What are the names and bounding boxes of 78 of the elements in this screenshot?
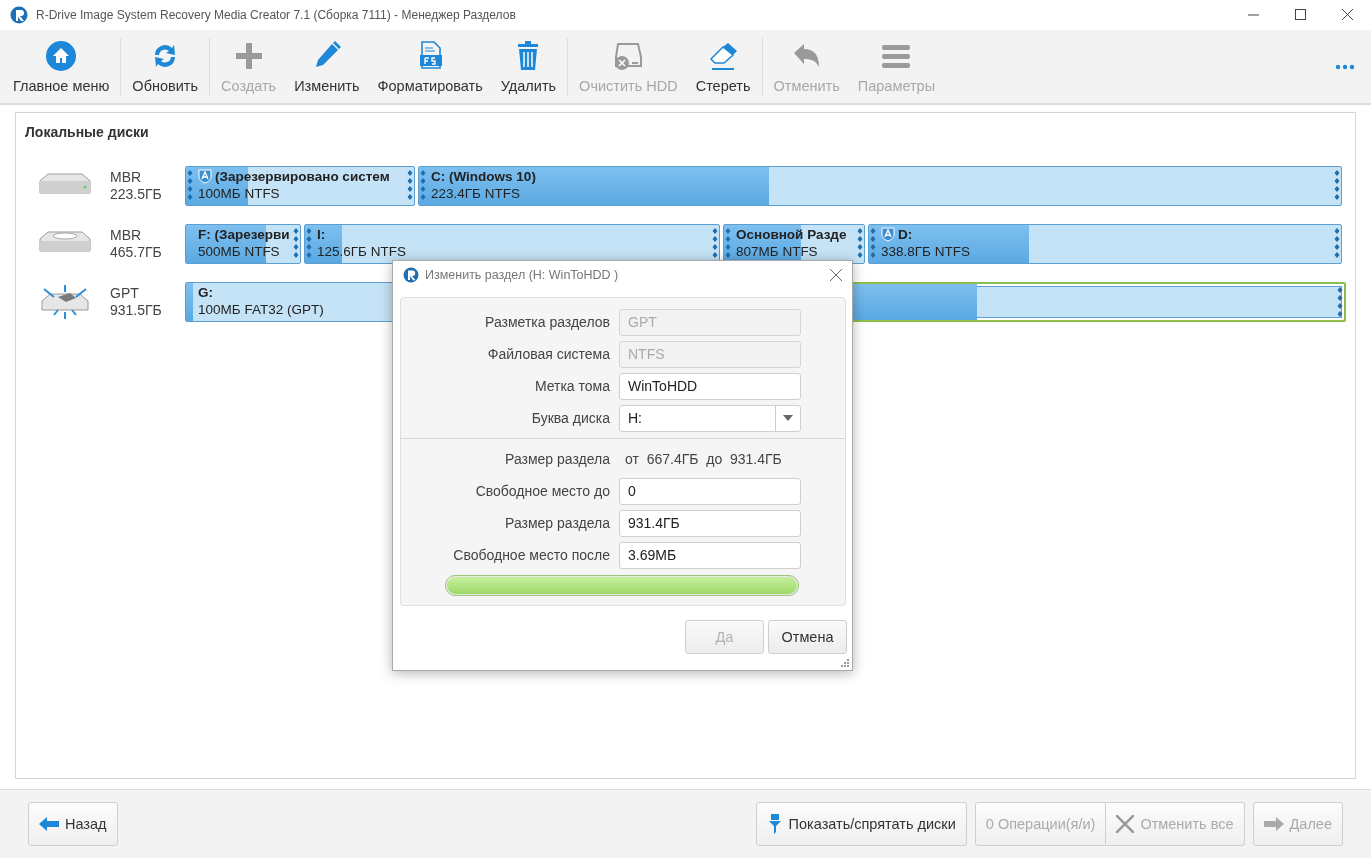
partition-label: F: (Зарезерви bbox=[198, 226, 290, 243]
partition-label: C: (Windows 10) bbox=[431, 168, 536, 185]
partition-block[interactable]: C: (Windows 10) 223.4ГБ NTFS bbox=[418, 166, 1342, 206]
toolbar-button[interactable]: Удалить bbox=[491, 30, 566, 103]
input-field[interactable]: 0 bbox=[619, 477, 801, 505]
partition-info: 100МБ NTFS bbox=[198, 185, 281, 202]
resize-handle-icon[interactable] bbox=[725, 228, 731, 258]
partition-info: 807МБ NTFS bbox=[736, 243, 819, 260]
toolbar-button[interactable]: Главное меню bbox=[4, 30, 119, 103]
resize-handle-icon[interactable] bbox=[1334, 228, 1340, 258]
field-label: Файловая система bbox=[486, 346, 611, 362]
close-icon[interactable] bbox=[830, 269, 842, 281]
partition-info: 338.8ГБ NTFS bbox=[881, 243, 971, 260]
disk-size: 465.7ГБ bbox=[110, 244, 163, 261]
input-field[interactable]: 3.69МБ bbox=[619, 541, 801, 569]
dialog-title: Изменить раздел (H: WinToHDD ) bbox=[425, 268, 619, 282]
show-hide-disks-button[interactable]: Показать/спрятать диски bbox=[755, 802, 967, 846]
home-icon bbox=[45, 40, 78, 72]
more-icon[interactable] bbox=[1335, 63, 1355, 70]
cancel-button[interactable]: Отмена bbox=[768, 620, 847, 654]
partition-block[interactable]: Основной Разде 807МБ NTFS bbox=[723, 224, 865, 264]
panel-title: Локальные диски bbox=[25, 124, 150, 140]
partition-block[interactable]: I: 125.6ГБ NTFS bbox=[304, 224, 720, 264]
partition-block[interactable]: D: 338.8ГБ NTFS bbox=[868, 224, 1342, 264]
dropdown[interactable]: H: bbox=[619, 404, 801, 432]
resize-handle-icon[interactable] bbox=[293, 228, 299, 258]
partition-info: 100МБ FAT32 (GPT) bbox=[198, 301, 325, 318]
arrow-right-icon bbox=[1263, 816, 1284, 832]
resize-handle-icon[interactable] bbox=[857, 228, 863, 258]
resize-handle-icon[interactable] bbox=[1337, 287, 1343, 317]
size-range: от 667.4ГБ до 931.4ГБ bbox=[624, 451, 782, 467]
partition-label: G: bbox=[198, 284, 213, 301]
field-label: Размер раздела bbox=[504, 515, 611, 531]
maximize-icon[interactable] bbox=[1295, 9, 1306, 20]
partition-info: 500МБ NTFS bbox=[198, 243, 281, 260]
partition-block[interactable]: (Зарезервировано систем 100МБ NTFS bbox=[185, 166, 415, 206]
partition-info: 223.4ГБ NTFS bbox=[431, 185, 521, 202]
disk-style: GPT bbox=[110, 285, 140, 302]
resize-handle-icon[interactable] bbox=[306, 228, 312, 258]
resize-handle-icon[interactable] bbox=[1334, 170, 1340, 200]
partition-label: (Зарезервировано систем bbox=[215, 168, 390, 185]
window-title: R-Drive Image System Recovery Media Creator 7.1 (Сборка 7111) - Менеджер Разделов bbox=[36, 8, 516, 22]
app-logo-icon bbox=[10, 6, 28, 24]
back-button[interactable]: Назад bbox=[28, 802, 118, 846]
field-label: Метка тома bbox=[533, 378, 611, 394]
partition-label: I: bbox=[317, 226, 326, 243]
disk-style: MBR bbox=[110, 169, 143, 186]
field-label: Размер раздела bbox=[504, 451, 611, 467]
resize-handle-icon[interactable] bbox=[870, 228, 876, 258]
field-label: Разметка разделов bbox=[484, 314, 611, 330]
toolbar-button[interactable]: Изменить bbox=[285, 30, 369, 103]
resize-handle-icon[interactable] bbox=[712, 228, 718, 258]
toolbar-button[interactable]: Форматировать bbox=[368, 30, 492, 103]
resize-handle-icon[interactable] bbox=[187, 170, 193, 200]
resize-grip-icon[interactable] bbox=[841, 659, 849, 667]
partition-label: D: bbox=[898, 226, 913, 243]
app-logo-icon bbox=[403, 267, 419, 283]
input-field[interactable]: 931.4ГБ bbox=[619, 509, 801, 537]
field-label: Свободное место до bbox=[474, 483, 611, 499]
eraser-icon bbox=[707, 40, 740, 72]
partition-label: Основной Разде bbox=[736, 226, 847, 243]
toolbar-button[interactable]: Стереть bbox=[686, 30, 760, 103]
disk-size: 931.5ГБ bbox=[110, 302, 163, 319]
hard-drive-icon bbox=[612, 40, 645, 72]
resize-handle-icon[interactable] bbox=[420, 170, 426, 200]
disk-size: 223.5ГБ bbox=[110, 186, 163, 203]
resize-handle-icon[interactable] bbox=[407, 170, 413, 200]
partition-info: 125.6ГБ NTFS bbox=[317, 243, 407, 260]
partition-block[interactable]: F: (Зарезерви 500МБ NTFS bbox=[185, 224, 301, 264]
disk-style: MBR bbox=[110, 227, 143, 244]
cross-icon bbox=[1116, 815, 1135, 833]
input-field[interactable]: WinToHDD bbox=[619, 372, 801, 400]
field-label: Буква диска bbox=[530, 410, 611, 426]
field-label: Свободное место после bbox=[452, 547, 611, 563]
arrow-left-icon bbox=[39, 816, 59, 832]
close-icon[interactable] bbox=[1342, 9, 1353, 20]
dropdown-arrow-icon bbox=[783, 415, 793, 421]
toolbar-button[interactable]: Обновить bbox=[123, 30, 207, 103]
